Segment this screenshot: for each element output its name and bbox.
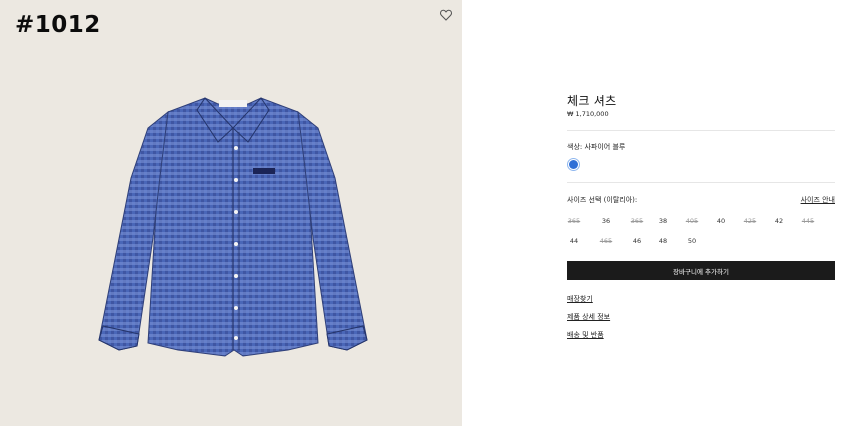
size-option[interactable]: 36 bbox=[591, 217, 621, 225]
size-option[interactable]: 425 bbox=[735, 217, 765, 225]
size-option[interactable]: 44 bbox=[559, 237, 589, 245]
size-option[interactable]: 50 bbox=[677, 237, 707, 245]
size-select-label: 사이즈 선택 (이탈리아): bbox=[567, 196, 638, 204]
size-option[interactable]: 38 bbox=[648, 217, 678, 225]
product-title: 체크 셔츠 bbox=[567, 94, 617, 108]
product-details-panel: 체크 셔츠 ₩ 1,710,000 색상: 사파이어 블루 사이즈 선택 (이탈… bbox=[567, 0, 835, 426]
divider bbox=[567, 130, 835, 131]
size-option[interactable]: 48 bbox=[648, 237, 678, 245]
product-price: ₩ 1,710,000 bbox=[567, 110, 609, 118]
divider bbox=[567, 182, 835, 183]
size-option[interactable]: 465 bbox=[591, 237, 621, 245]
shirt-product-image bbox=[98, 97, 368, 357]
store-locator-link[interactable]: 매장찾기 bbox=[567, 294, 593, 304]
add-to-cart-button[interactable]: 장바구니에 추가하기 bbox=[567, 261, 835, 280]
product-gallery: #1012 bbox=[0, 0, 462, 426]
product-details-link[interactable]: 제품 상세 정보 bbox=[567, 312, 610, 322]
size-guide-link[interactable]: 사이즈 안내 bbox=[801, 195, 835, 205]
color-swatch-sapphire-blue[interactable] bbox=[567, 158, 580, 171]
color-label: 색상: 사파이어 블루 bbox=[567, 143, 626, 151]
size-option[interactable]: 40 bbox=[706, 217, 736, 225]
shipping-returns-link[interactable]: 배송 및 반품 bbox=[567, 330, 604, 340]
swatch-fill bbox=[569, 160, 578, 169]
heart-icon[interactable] bbox=[439, 8, 453, 22]
size-option[interactable]: 365 bbox=[559, 217, 589, 225]
item-number-label: #1012 bbox=[15, 12, 101, 38]
size-option[interactable]: 42 bbox=[764, 217, 794, 225]
size-option[interactable]: 405 bbox=[677, 217, 707, 225]
size-option[interactable]: 445 bbox=[793, 217, 823, 225]
